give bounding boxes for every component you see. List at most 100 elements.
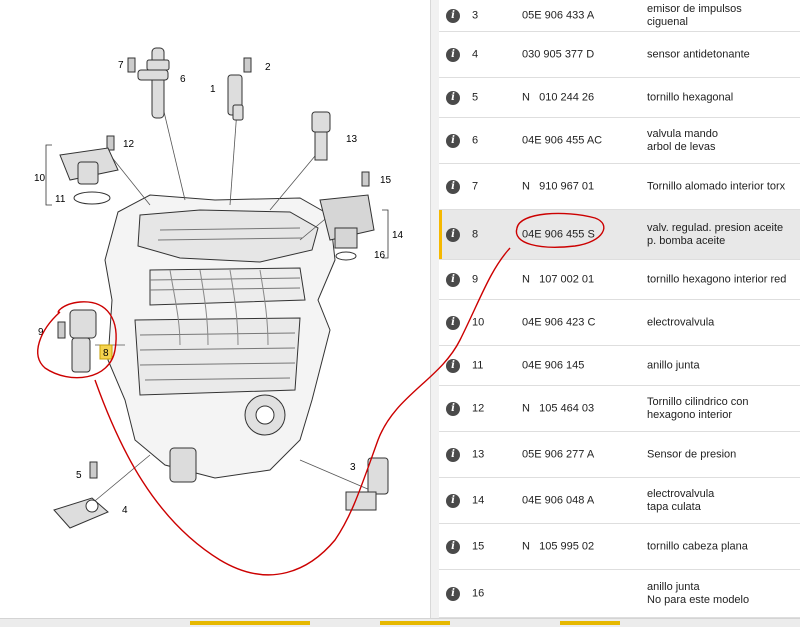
- callout-15[interactable]: 15: [380, 175, 392, 186]
- part-description-line: anillo junta: [647, 359, 700, 371]
- callout-4[interactable]: 4: [122, 505, 128, 516]
- part-number: N 910 967 01: [522, 180, 595, 192]
- part-row[interactable]: i 10 04E 906 423 C electrovalvula: [439, 300, 800, 346]
- part-description: tornillo hexagonal: [647, 91, 797, 104]
- callout-7[interactable]: 7: [118, 60, 124, 71]
- part-position: 4: [472, 48, 479, 60]
- info-icon[interactable]: i: [446, 227, 460, 242]
- part-description-line: electrovalvula: [647, 487, 715, 500]
- part-description-line: electrovalvula: [647, 316, 715, 328]
- part-row[interactable]: i 4 030 905 377 D sensor antidetonante: [439, 32, 800, 78]
- part-description-line: Sensor de presion: [647, 448, 737, 460]
- callout-5[interactable]: 5: [76, 470, 82, 481]
- parts-diagram: 7 6 1 2 12 13 10 11 15 14 16 9 8 5 4 3: [0, 0, 430, 618]
- part-row[interactable]: i 16 anillo junta No para este modelo: [439, 570, 800, 618]
- callout-6[interactable]: 6: [180, 74, 186, 85]
- part-row[interactable]: i9 N 107 002 01 tornillo hexagono interior…: [439, 260, 800, 300]
- info-icon[interactable]: i: [446, 539, 460, 554]
- part-description: tornillo hexagono interior red: [647, 273, 797, 286]
- part-number: 04E 906 455 S: [522, 228, 595, 240]
- callout-8[interactable]: 8: [103, 348, 109, 359]
- part-number: N 105 464 03: [522, 402, 595, 414]
- part-row[interactable]: i5 N 010 244 26 tornillo hexagonal: [439, 78, 800, 118]
- part-position: 7: [472, 180, 479, 192]
- part-position: 10: [472, 316, 485, 328]
- part-description-line: tornillo hexagono interior red: [647, 273, 787, 285]
- part-position: 5: [472, 91, 479, 103]
- part-row[interactable]: i 11 04E 906 145 anillo junta: [439, 346, 800, 386]
- part-6-shape: [137, 47, 170, 119]
- part-number: N 105 995 02: [522, 540, 595, 552]
- part-description-line: sensor antidetonante: [647, 48, 750, 60]
- part-row[interactable]: i 6 04E 906 455 AC valvula mando arbol de le…: [439, 118, 800, 164]
- info-icon[interactable]: i: [446, 133, 460, 148]
- callout-9[interactable]: 9: [38, 327, 44, 338]
- part-row[interactable]: i 12 N 105 464 03 Tornillo cilindrico con he…: [439, 386, 800, 432]
- info-icon[interactable]: i: [446, 586, 460, 601]
- part-10-shape: [59, 147, 119, 205]
- part-description: anillo junta: [647, 359, 797, 372]
- callout-16[interactable]: 16: [374, 250, 386, 261]
- part-description: electrovalvula: [647, 316, 797, 329]
- part-description: anillo junta No para este modelo: [647, 581, 797, 607]
- part-description: sensor antidetonante: [647, 48, 797, 61]
- info-icon[interactable]: i: [446, 8, 460, 23]
- part-row[interactable]: i 13 05E 906 277 A Sensor de presion: [439, 432, 800, 478]
- engine-block: [104, 194, 336, 483]
- info-icon[interactable]: i: [446, 315, 460, 330]
- callout-10[interactable]: 10: [34, 173, 46, 184]
- callout-11[interactable]: 11: [55, 194, 66, 205]
- part-number: 04E 906 145: [522, 359, 585, 371]
- part-1-shape: [227, 74, 244, 121]
- info-icon[interactable]: i: [446, 90, 460, 105]
- part-description: electrovalvula tapa culata: [647, 488, 797, 514]
- callout-12[interactable]: 12: [123, 139, 135, 150]
- part-position: 3: [472, 9, 479, 21]
- part-description-line: Tornillo cilindrico con: [647, 395, 749, 408]
- callout-14[interactable]: 14: [392, 230, 404, 241]
- part-description-line: valvula mando: [647, 127, 718, 140]
- part-description-line: ciguenal: [647, 15, 688, 28]
- part-description-line: arbol de levas: [647, 140, 716, 153]
- info-icon[interactable]: i: [446, 358, 460, 373]
- part-number: 05E 906 277 A: [522, 448, 595, 460]
- part-row[interactable]: i 15 N 105 995 02 tornillo cabeza plana: [439, 524, 800, 570]
- part-description-line: valv. regulad. presion aceite: [647, 221, 784, 234]
- part-position: 16: [472, 587, 485, 599]
- part-position: 14: [472, 494, 485, 506]
- info-icon[interactable]: i: [446, 493, 460, 508]
- part-row[interactable]: i7 N 910 967 01 Tornillo alomado interior …: [439, 164, 800, 210]
- part-position: 11: [472, 359, 484, 371]
- part-number: N 107 002 01: [522, 273, 595, 285]
- info-icon[interactable]: i: [446, 401, 460, 416]
- part-number: 030 905 377 D: [522, 48, 595, 60]
- part-description-line: emisor de impulsos: [647, 2, 742, 15]
- part-position: 8: [472, 228, 479, 240]
- part-description-line: No para este modelo: [647, 593, 750, 606]
- part-position: 9: [472, 273, 479, 285]
- part-row[interactable]: i 3 05E 906 433 A emisor de impulsos ciguena…: [439, 0, 800, 32]
- info-icon[interactable]: i: [446, 272, 460, 287]
- part-description: tornillo cabeza plana: [647, 540, 797, 553]
- info-icon[interactable]: i: [446, 179, 460, 194]
- info-icon[interactable]: i: [446, 47, 460, 62]
- callout-13[interactable]: 13: [346, 134, 358, 145]
- part-number: 04E 906 423 C: [522, 316, 596, 328]
- part-number: N 010 244 26: [522, 91, 595, 103]
- part-13-shape: [311, 111, 331, 161]
- part-description-line: tapa culata: [647, 500, 701, 513]
- part-description-line: Tornillo alomado interior torx: [647, 180, 786, 192]
- part-row[interactable]: i 8 04E 906 455 S valv. regulad. presion ac…: [439, 210, 800, 260]
- part-row[interactable]: i 14 04E 906 048 A electrovalvula tapa culat…: [439, 478, 800, 524]
- part-description-line: p. bomba aceite: [647, 234, 726, 247]
- part-8-shape: [69, 309, 97, 373]
- part-position: 15: [472, 540, 485, 552]
- part-description: Tornillo cilindrico con hexagono interior: [647, 396, 797, 422]
- callout-3[interactable]: 3: [350, 462, 356, 473]
- part-description-line: tornillo cabeza plana: [647, 540, 748, 552]
- info-icon[interactable]: i: [446, 447, 460, 462]
- part-position: 6: [472, 134, 479, 146]
- part-number: 04E 906 048 A: [522, 494, 595, 506]
- callout-1[interactable]: 1: [210, 84, 216, 95]
- callout-2[interactable]: 2: [265, 62, 271, 73]
